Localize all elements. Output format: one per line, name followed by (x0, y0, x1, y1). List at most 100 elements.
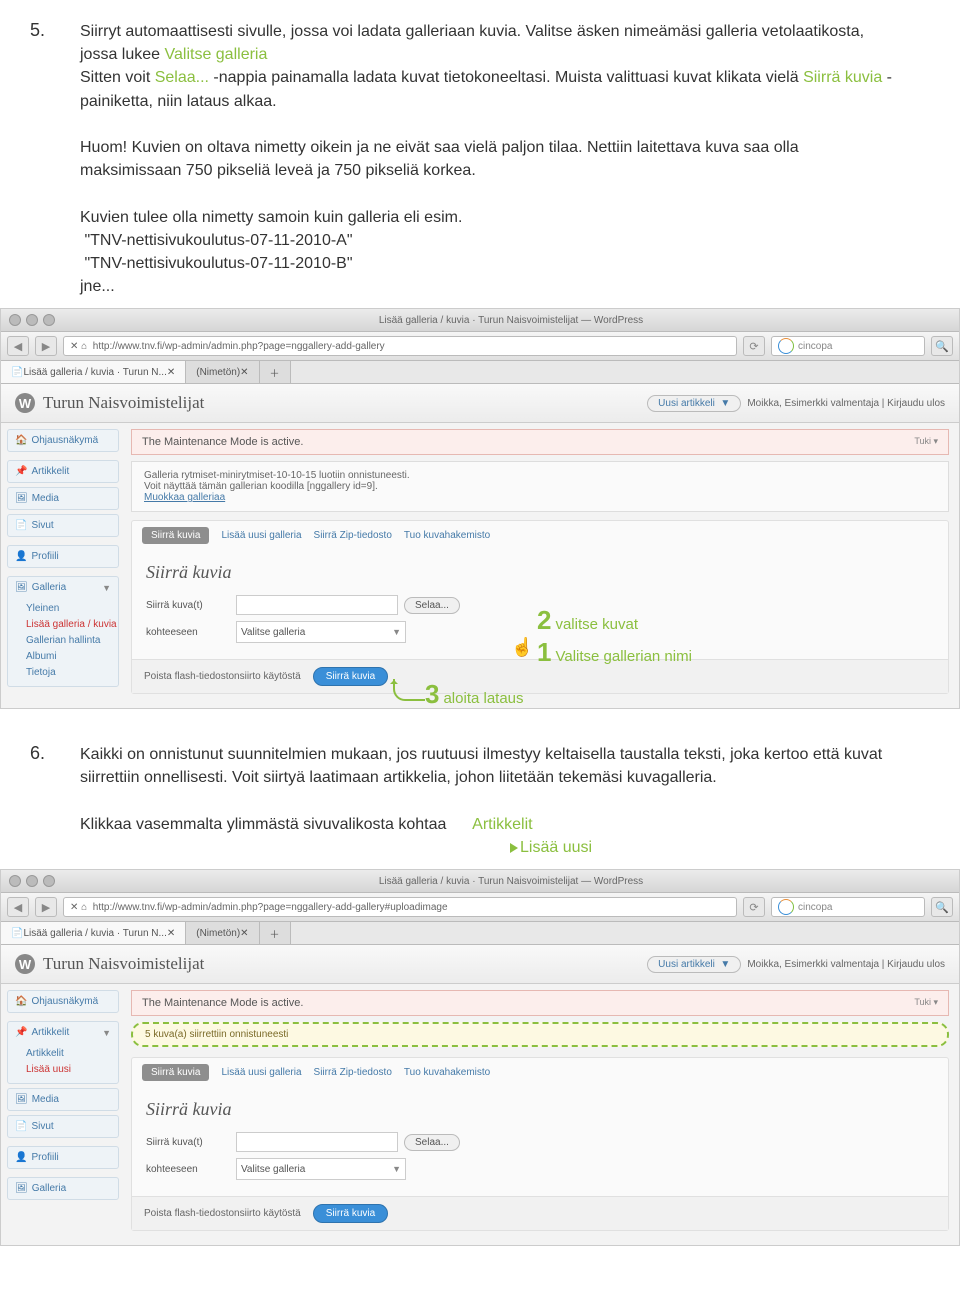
tab-label: Lisää galleria / kuvia · Turun N... (23, 367, 166, 378)
reload-button[interactable]: ⟳ (743, 336, 765, 356)
highlight: Selaa... (155, 69, 209, 86)
gallery-select[interactable]: Valitse galleria▼ (236, 1158, 406, 1180)
chevron-down-icon: ▼ (102, 1028, 111, 1038)
window-title: Lisää galleria / kuvia · Turun Naisvoimi… (63, 315, 959, 326)
sidebar-sub: Yleinen Lisää galleria / kuvia Gallerian… (8, 598, 118, 686)
search-bar[interactable]: cincopa (771, 897, 925, 917)
browser-window-2: Lisää galleria / kuvia · Turun Naisvoimi… (0, 869, 960, 1246)
hello-user[interactable]: Moikka, Esimerkki valmentaja | Kirjaudu … (747, 959, 945, 970)
forward-button[interactable]: ▶ (35, 897, 57, 917)
browse-button[interactable]: Selaa... (404, 1134, 460, 1151)
file-input[interactable] (236, 595, 398, 615)
tuki-link[interactable]: Tuki ▾ (914, 436, 938, 447)
wp-meta: Uusi artikkeli ▼ Moikka, Esimerkki valme… (647, 395, 945, 412)
url-text: http://www.tnv.fi/wp-admin/admin.php?pag… (93, 341, 385, 352)
wp-header: W Turun Naisvoimistelijat Uusi artikkeli… (1, 945, 959, 984)
link: Lisää uusi (520, 839, 592, 856)
sidebar-sub-item[interactable]: Yleinen (26, 601, 118, 617)
panel-tab-active[interactable]: Siirrä kuvia (142, 1064, 209, 1081)
sidebar-item-pages[interactable]: 📄 Sivut (8, 1116, 118, 1137)
search-text: cincopa (798, 341, 832, 352)
sidebar-sub-item[interactable]: Artikkelit (26, 1046, 118, 1062)
tab-new[interactable]: ＋ (260, 922, 291, 944)
upload-button[interactable]: Siirrä kuvia (313, 667, 388, 686)
traffic-lights[interactable] (1, 314, 63, 326)
panel-tab-active[interactable]: Siirrä kuvia (142, 527, 209, 544)
sidebar-sub: Artikkelit Lisää uusi (8, 1043, 118, 1083)
search-glass-icon[interactable]: 🔍 (931, 336, 953, 356)
url-bar[interactable]: ✕ ⌂ http://www.tnv.fi/wp-admin/admin.php… (63, 336, 737, 356)
gallery-select[interactable]: Valitse galleria▼ (236, 621, 406, 643)
search-glass-icon[interactable]: 🔍 (931, 897, 953, 917)
disable-flash-link[interactable]: Poista flash-tiedostonsiirto käytöstä (144, 671, 301, 682)
url-text: http://www.tnv.fi/wp-admin/admin.php?pag… (93, 902, 448, 913)
url-bar[interactable]: ✕ ⌂ http://www.tnv.fi/wp-admin/admin.php… (63, 897, 737, 917)
panel-footer: Poista flash-tiedostonsiirto käytöstä Si… (132, 1196, 948, 1230)
panel-body: Siirrä kuvia Siirrä kuva(t) Selaa... koh… (132, 1087, 948, 1196)
sidebar-sub-item[interactable]: Tietoja (26, 665, 118, 681)
sidebar-item-dashboard[interactable]: 🏠 Ohjausnäkymä (8, 430, 118, 451)
back-button[interactable]: ◀ (7, 336, 29, 356)
hello-user[interactable]: Moikka, Esimerkki valmentaja | Kirjaudu … (747, 398, 945, 409)
browse-button[interactable]: Selaa... (404, 597, 460, 614)
upload-button[interactable]: Siirrä kuvia (313, 1204, 388, 1223)
tuki-link[interactable]: Tuki ▾ (914, 997, 938, 1008)
sidebar-item-pages[interactable]: 📄 Sivut (8, 515, 118, 536)
sidebar-sub-item[interactable]: Gallerian hallinta (26, 633, 118, 649)
new-post-button[interactable]: Uusi artikkeli ▼ (647, 956, 741, 973)
sidebar-item-profile[interactable]: 👤 Profiili (8, 1147, 118, 1168)
disable-flash-link[interactable]: Poista flash-tiedostonsiirto käytöstä (144, 1208, 301, 1219)
overlay-2: 2valitse kuvat (537, 605, 638, 636)
wp-logo-icon[interactable]: W (15, 954, 35, 974)
panel-tab[interactable]: Lisää uusi galleria (221, 530, 301, 541)
tab-active[interactable]: 📄 Lisää galleria / kuvia · Turun N... ✕ (1, 922, 186, 944)
sidebar-sub-item-active[interactable]: Lisää galleria / kuvia (26, 617, 118, 633)
search-text: cincopa (798, 902, 832, 913)
tab-active[interactable]: 📄 Lisää galleria / kuvia · Turun N... ✕ (1, 361, 186, 383)
form-row-target: kohteeseen Valitse galleria▼ (146, 1158, 934, 1180)
overlay-num: 3 (425, 679, 439, 709)
panel-tab[interactable]: Tuo kuvahakemisto (404, 1067, 490, 1078)
new-post-button[interactable]: Uusi artikkeli ▼ (647, 395, 741, 412)
panel-heading: Siirrä kuvia (146, 1099, 934, 1120)
forward-button[interactable]: ▶ (35, 336, 57, 356)
sidebar-item-media[interactable]: 🖼 Media (8, 1089, 118, 1110)
sidebar-item-gallery[interactable]: 🖼 Galleria (8, 1178, 118, 1199)
panel-tab[interactable]: Siirrä Zip-tiedosto (314, 530, 392, 541)
sidebar: 🏠 Ohjausnäkymä ⟨ 📌 Artikkelit▼ Artikkeli… (1, 984, 125, 1245)
sidebar-item-dashboard[interactable]: 🏠 Ohjausnäkymä (8, 991, 118, 1012)
success-box: Galleria rytmiset-minirytmiset-10-10-15 … (131, 461, 949, 512)
sidebar-item-media[interactable]: 🖼 Media (8, 488, 118, 509)
search-bar[interactable]: cincopa (771, 336, 925, 356)
step-body: Kaikki on onnistunut suunnitelmien mukaa… (80, 743, 900, 859)
tab-new[interactable]: ＋ (260, 361, 291, 383)
panel-tab[interactable]: Siirrä Zip-tiedosto (314, 1067, 392, 1078)
ok-text: Voit näyttää tämän gallerian koodilla [n… (144, 481, 378, 492)
sidebar-item-profile[interactable]: 👤 Profiili (8, 546, 118, 567)
sidebar-sub-item[interactable]: Albumi (26, 649, 118, 665)
back-button[interactable]: ◀ (7, 897, 29, 917)
panel-tab[interactable]: Lisää uusi galleria (221, 1067, 301, 1078)
traffic-lights[interactable] (1, 875, 63, 887)
tab-inactive[interactable]: (Nimetön) ✕ (186, 361, 259, 383)
reload-button[interactable]: ⟳ (743, 897, 765, 917)
label: kohteeseen (146, 1164, 236, 1175)
overlay-3: 3aloita lataus (425, 679, 524, 710)
tab-inactive[interactable]: (Nimetön) ✕ (186, 922, 259, 944)
highlight: Valitse galleria (165, 46, 268, 63)
panel-tabs: Siirrä kuvia Lisää uusi galleria Siirrä … (132, 1058, 948, 1087)
sidebar-item-articles[interactable]: 📌 Artikkelit (8, 461, 118, 482)
arrow-curve-icon (393, 679, 425, 701)
edit-gallery-link[interactable]: Muokkaa galleriaa (144, 492, 225, 503)
file-input[interactable] (236, 1132, 398, 1152)
naming-intro: Kuvien tulee olla nimetty samoin kuin ga… (80, 209, 462, 226)
panel-tab[interactable]: Tuo kuvahakemisto (404, 530, 490, 541)
highlight: Siirrä kuvia (803, 69, 882, 86)
site-title[interactable]: Turun Naisvoimistelijat (43, 954, 204, 974)
sidebar-sub-item[interactable]: Lisää uusi (26, 1062, 118, 1078)
note: Huom! Kuvien on oltava nimetty oikein ja… (80, 139, 799, 179)
sidebar-item-articles[interactable]: 📌 Artikkelit▼ (8, 1022, 118, 1043)
sidebar-item-gallery[interactable]: 🖼 Galleria▼ (8, 577, 118, 598)
wp-logo-icon[interactable]: W (15, 393, 35, 413)
site-title[interactable]: Turun Naisvoimistelijat (43, 393, 204, 413)
